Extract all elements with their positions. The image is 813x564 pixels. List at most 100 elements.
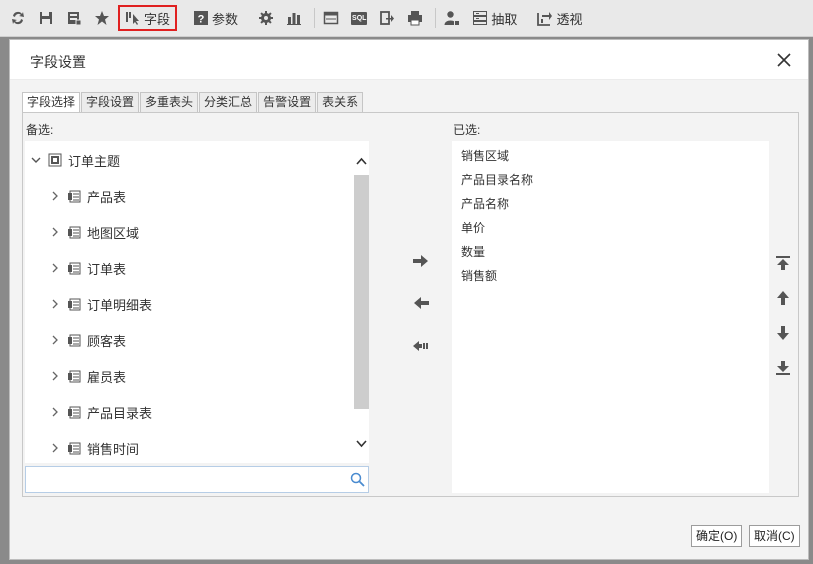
- chevron-down-icon[interactable]: [30, 154, 42, 166]
- selected-item[interactable]: 产品目录名称: [461, 171, 533, 188]
- table-icon: [68, 370, 81, 383]
- tree-item[interactable]: 订单表: [49, 257, 126, 279]
- chevron-right-icon[interactable]: [49, 370, 61, 382]
- save-icon: [40, 12, 52, 24]
- table-icon: [68, 298, 81, 311]
- export-button[interactable]: [375, 6, 399, 30]
- tree-item[interactable]: 产品目录表: [49, 401, 152, 423]
- print-button[interactable]: [403, 6, 427, 30]
- chevron-right-icon[interactable]: [49, 226, 61, 238]
- table-icon: [68, 442, 81, 455]
- chevron-right-icon[interactable]: [49, 190, 61, 202]
- tree-root-label: 订单主题: [68, 153, 121, 169]
- table-icon: [68, 262, 81, 275]
- chevron-right-icon[interactable]: [49, 442, 61, 454]
- param-button[interactable]: ? 参数: [189, 6, 242, 30]
- move-up-icon[interactable]: [775, 290, 791, 306]
- toolbar-divider: [435, 8, 437, 28]
- sql-icon: SQL: [351, 11, 368, 25]
- tab-field-settings[interactable]: 字段设置: [81, 92, 140, 112]
- save-button[interactable]: [34, 6, 58, 30]
- cancel-button[interactable]: 取消(C): [749, 525, 800, 547]
- favorite-button[interactable]: [90, 6, 114, 30]
- selected-item[interactable]: 产品名称: [461, 195, 509, 212]
- chevron-right-icon[interactable]: [49, 406, 61, 418]
- dialog-title: 字段设置: [30, 54, 86, 70]
- layout-button[interactable]: [319, 6, 343, 30]
- question-icon: ?: [194, 11, 209, 26]
- tab-subtotal[interactable]: 分类汇总: [199, 92, 258, 112]
- candidates-label: 备选:: [26, 123, 54, 137]
- selected-list: 销售区域 产品目录名称 产品名称 单价 数量 销售额: [452, 141, 769, 493]
- star-icon: [95, 11, 109, 25]
- pivot-icon: [537, 12, 553, 26]
- chart-button[interactable]: [282, 6, 306, 30]
- toolbar: 字段 ? 参数 SQL 抽取 透视: [0, 0, 813, 37]
- tree-item[interactable]: 产品表: [49, 185, 126, 207]
- remove-field-arrow-icon[interactable]: [412, 295, 430, 311]
- candidate-tree: 订单主题 产品表 地图区域 订单表 订单明细表 顾客表 雇员表 产品目录表 销售…: [25, 141, 369, 463]
- extract-icon: [473, 11, 488, 25]
- tree-scrollbar[interactable]: [354, 141, 369, 463]
- selected-item[interactable]: 销售额: [461, 267, 497, 284]
- export-icon: [380, 11, 395, 25]
- bar-chart-icon: [287, 13, 302, 25]
- tab-field-select[interactable]: 字段选择: [22, 92, 81, 113]
- pivot-button-label: 透视: [556, 11, 583, 27]
- chevron-right-icon[interactable]: [49, 298, 61, 310]
- tree-item-label: 订单明细表: [87, 297, 153, 313]
- user-button[interactable]: [440, 6, 464, 30]
- close-icon[interactable]: [776, 52, 792, 68]
- tree-item-label: 产品表: [87, 189, 127, 205]
- field-cursor-icon: [126, 12, 139, 25]
- scrollbar-thumb[interactable]: [354, 175, 369, 409]
- selected-label: 已选:: [453, 123, 481, 137]
- refresh-button[interactable]: [6, 6, 30, 30]
- selected-item[interactable]: 单价: [461, 219, 485, 236]
- field-select-panel: 备选: 已选: 订单主题 产品表 地图区域 订单表 订单明细表 顾客表 雇员表 …: [22, 112, 799, 497]
- tab-multi-header[interactable]: 多重表头: [140, 92, 199, 112]
- search-icon[interactable]: [350, 472, 365, 487]
- dialog-header: 字段设置: [10, 40, 808, 80]
- extract-button-label: 抽取: [491, 11, 518, 27]
- save-as-icon: [68, 12, 82, 26]
- move-bottom-icon[interactable]: [775, 360, 791, 376]
- tree-item[interactable]: 订单明细表: [49, 293, 152, 315]
- tree-item[interactable]: 地图区域: [49, 221, 139, 243]
- tree-item-label: 销售时间: [87, 441, 140, 457]
- sql-button[interactable]: SQL: [347, 6, 371, 30]
- ok-button[interactable]: 确定(O): [691, 525, 743, 547]
- settings-button[interactable]: [254, 6, 278, 30]
- scroll-down-icon[interactable]: [355, 437, 368, 450]
- move-down-icon[interactable]: [775, 325, 791, 341]
- refresh-icon: [12, 11, 24, 25]
- param-button-label: 参数: [212, 11, 239, 27]
- chevron-right-icon[interactable]: [49, 334, 61, 346]
- extract-button[interactable]: 抽取: [468, 6, 521, 30]
- chevron-right-icon[interactable]: [49, 262, 61, 274]
- pivot-button[interactable]: 透视: [533, 6, 586, 30]
- toolbar-divider: [314, 8, 316, 28]
- move-top-icon[interactable]: [775, 255, 791, 271]
- tab-table-relation[interactable]: 表关系: [317, 92, 364, 112]
- tree-search: [25, 466, 369, 493]
- tree-root-node[interactable]: 订单主题: [30, 149, 120, 171]
- table-icon: [68, 334, 81, 347]
- tree-item-label: 雇员表: [87, 369, 127, 385]
- save-as-button[interactable]: [62, 6, 86, 30]
- tree-item-label: 订单表: [87, 261, 127, 277]
- tree-item[interactable]: 顾客表: [49, 329, 126, 351]
- printer-icon: [408, 11, 423, 26]
- scroll-up-icon[interactable]: [355, 155, 368, 168]
- tree-item[interactable]: 销售时间: [49, 437, 139, 459]
- tree-item[interactable]: 雇员表: [49, 365, 126, 387]
- field-button-label: 字段: [144, 11, 171, 27]
- selected-item[interactable]: 数量: [461, 243, 485, 260]
- tab-alert-settings[interactable]: 告警设置: [258, 92, 317, 112]
- field-button[interactable]: 字段: [118, 5, 178, 31]
- remove-all-arrow-icon[interactable]: [412, 338, 430, 354]
- add-field-arrow-icon[interactable]: [412, 253, 430, 269]
- svg-text:?: ?: [198, 14, 205, 26]
- search-input[interactable]: [26, 467, 346, 492]
- selected-item[interactable]: 销售区域: [461, 147, 509, 164]
